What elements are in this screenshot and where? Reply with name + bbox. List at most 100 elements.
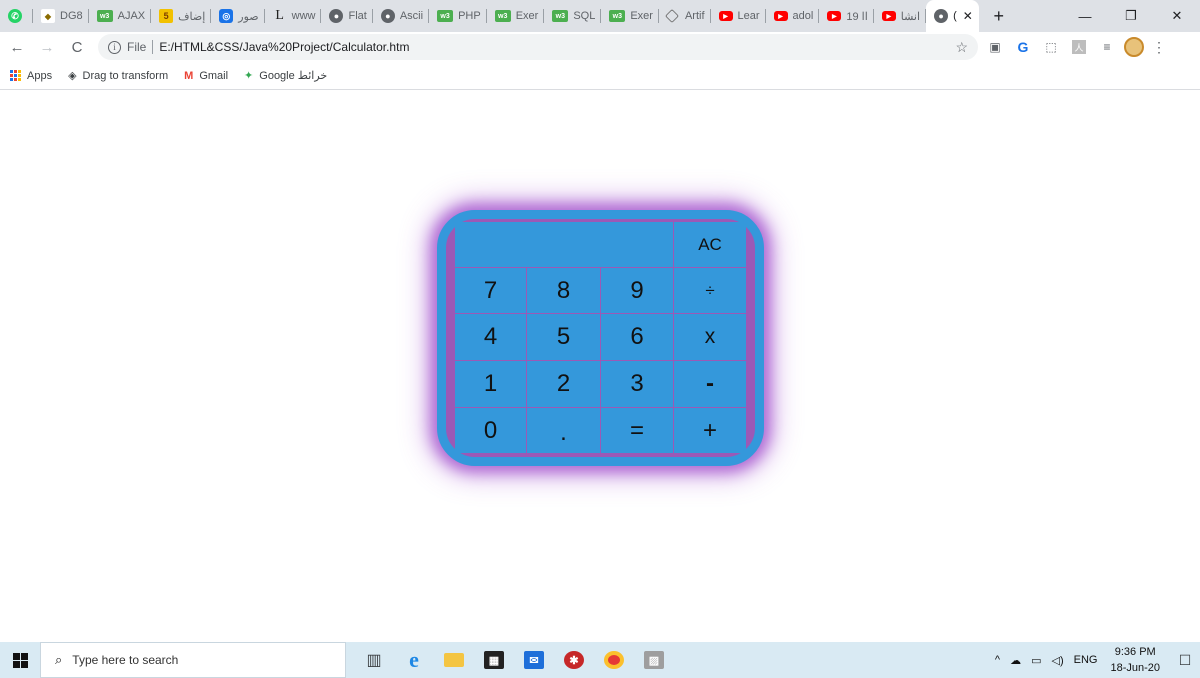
tab-learn[interactable]: ▶ Lear [711, 0, 766, 32]
address-bar[interactable]: i File E:/HTML&CSS/Java%20Project/Calcul… [98, 34, 978, 60]
tab-title: Ascii [399, 10, 424, 22]
menu-icon[interactable]: ⋮ [1152, 39, 1166, 56]
subtract-button[interactable]: - [674, 361, 746, 407]
edge-icon[interactable]: e [394, 642, 434, 678]
volume-icon[interactable]: ◁) [1051, 654, 1063, 667]
tab-arabic[interactable]: ▶ انشا [874, 0, 927, 32]
tab-title: ( [953, 10, 957, 22]
network-icon[interactable]: ▭ [1031, 654, 1041, 667]
tab-html5[interactable]: 5 إضاف [151, 0, 212, 32]
language-indicator[interactable]: ENG [1074, 654, 1098, 666]
tab-images[interactable]: ◎ صور [211, 0, 265, 32]
multiply-button[interactable]: x [674, 314, 746, 360]
key-2[interactable]: 2 [527, 361, 600, 407]
close-window-button[interactable]: ✕ [1154, 0, 1200, 32]
tab-ascii[interactable]: ● Ascii [373, 0, 430, 32]
tab-dg8[interactable]: ◆ DG8 [33, 0, 89, 32]
tab-exercise-2[interactable]: w3 Exer [601, 0, 659, 32]
key-0[interactable]: 0 [455, 408, 526, 453]
taskbar-search[interactable]: ⌕ Type here to search [40, 642, 346, 678]
extension-puzzle-icon[interactable]: ⬚ [1040, 36, 1062, 58]
youtube-icon: ▶ [773, 11, 788, 21]
clear-button[interactable]: AC [674, 222, 746, 267]
start-button[interactable] [0, 642, 40, 678]
w3schools-icon: w3 [552, 10, 569, 22]
add-button[interactable]: + [674, 408, 746, 453]
bookmark-star-icon[interactable]: ☆ [955, 39, 968, 56]
grammarly-icon[interactable]: G [1012, 36, 1034, 58]
decimal-button[interactable]: . [527, 408, 600, 453]
tab-sql[interactable]: w3 SQL [544, 0, 602, 32]
key-1[interactable]: 1 [455, 361, 526, 407]
youtube-icon: ▶ [881, 11, 896, 21]
tab-adol[interactable]: ▶ adol [766, 0, 820, 32]
clock[interactable]: 9:36 PM 18-Jun-20 [1110, 644, 1160, 676]
minimize-button[interactable]: — [1062, 0, 1108, 32]
back-button[interactable]: ← [4, 34, 30, 60]
photos-icon[interactable]: ▨ [634, 642, 674, 678]
bookmark-google-maps[interactable]: ✦ Google خرائط [244, 69, 327, 82]
bookmark-label: Apps [27, 69, 53, 82]
tab-artificial[interactable]: Artif [659, 0, 711, 32]
key-9[interactable]: 9 [601, 268, 673, 313]
key-7[interactable]: 7 [455, 268, 526, 313]
reading-list-icon[interactable]: ≡ [1096, 36, 1118, 58]
whatsapp-icon: ✆ [8, 9, 22, 23]
file-explorer-icon[interactable] [434, 642, 474, 678]
divide-button[interactable]: ÷ [674, 268, 746, 313]
clock-date: 18-Jun-20 [1110, 662, 1160, 674]
globe-icon: ● [329, 9, 344, 23]
tab-title: AJAX [117, 10, 146, 22]
info-icon[interactable]: i [108, 40, 121, 54]
tab-exercise-1[interactable]: w3 Exer [487, 0, 545, 32]
globe-icon: ● [380, 9, 395, 23]
task-view-icon[interactable]: ▥ [354, 642, 394, 678]
bookmark-label: Gmail [199, 69, 229, 82]
bookmark-apps[interactable]: Apps [10, 70, 52, 82]
calculator-grid: AC 7 8 9 ÷ 4 5 6 x 1 2 3 - 0 . = + [455, 222, 746, 453]
bookmark-drag-to-transform[interactable]: ◈ Drag to transform [68, 69, 168, 83]
browser-toolbar: ← → C i File E:/HTML&CSS/Java%20Project/… [0, 32, 1200, 62]
key-8[interactable]: 8 [527, 268, 600, 313]
key-4[interactable]: 4 [455, 314, 526, 360]
globe-icon: ● [934, 9, 949, 23]
pdf-icon[interactable]: 人 [1068, 36, 1090, 58]
app-red-icon[interactable]: ✱ [554, 642, 594, 678]
apps-icon [10, 70, 21, 81]
bookmarks-bar: Apps ◈ Drag to transform M Gmail ✦ Googl… [0, 62, 1200, 90]
tab-php[interactable]: w3 PHP [429, 0, 487, 32]
tab-title: Artif [684, 10, 705, 22]
reload-button[interactable]: C [64, 34, 90, 60]
tab-ajax[interactable]: w3 AJAX [89, 0, 152, 32]
mail-icon[interactable]: ✉ [514, 642, 554, 678]
maps-icon: ✦ [244, 70, 254, 82]
tab-19[interactable]: ▶ 19 اا [819, 0, 874, 32]
extension-reader-icon[interactable]: ▣ [984, 36, 1006, 58]
address-url[interactable]: E:/HTML&CSS/Java%20Project/Calculator.ht… [159, 40, 955, 54]
address-divider [152, 40, 154, 54]
new-tab-button[interactable]: + [985, 2, 1013, 30]
profile-avatar[interactable] [1124, 37, 1144, 57]
chevron-up-icon[interactable]: ^ [995, 654, 1000, 666]
forward-button[interactable]: → [34, 34, 60, 60]
key-6[interactable]: 6 [601, 314, 673, 360]
store-icon[interactable]: ▦ [474, 642, 514, 678]
onedrive-icon[interactable]: ☁ [1010, 654, 1021, 667]
tab-www[interactable]: Lwww [265, 0, 322, 32]
chrome-icon[interactable] [594, 642, 634, 678]
bookmark-gmail[interactable]: M Gmail [184, 70, 228, 82]
key-3[interactable]: 3 [601, 361, 673, 407]
restore-button[interactable]: ❐ [1108, 0, 1154, 32]
windows-icon [12, 652, 28, 668]
calculator-display [455, 222, 673, 267]
tab-flat[interactable]: ● Flat [321, 0, 373, 32]
tab-calculator[interactable]: ● ( ✕ [926, 0, 979, 32]
key-5[interactable]: 5 [527, 314, 600, 360]
notification-icon[interactable]: ☐ [1170, 642, 1200, 678]
equals-button[interactable]: = [601, 408, 673, 453]
close-tab-icon[interactable]: ✕ [963, 9, 973, 23]
tab-whatsapp[interactable]: ✆ [0, 0, 33, 32]
tab-title: SQL [573, 10, 596, 22]
l-icon: L [275, 8, 284, 23]
gmail-icon: M [184, 69, 194, 82]
